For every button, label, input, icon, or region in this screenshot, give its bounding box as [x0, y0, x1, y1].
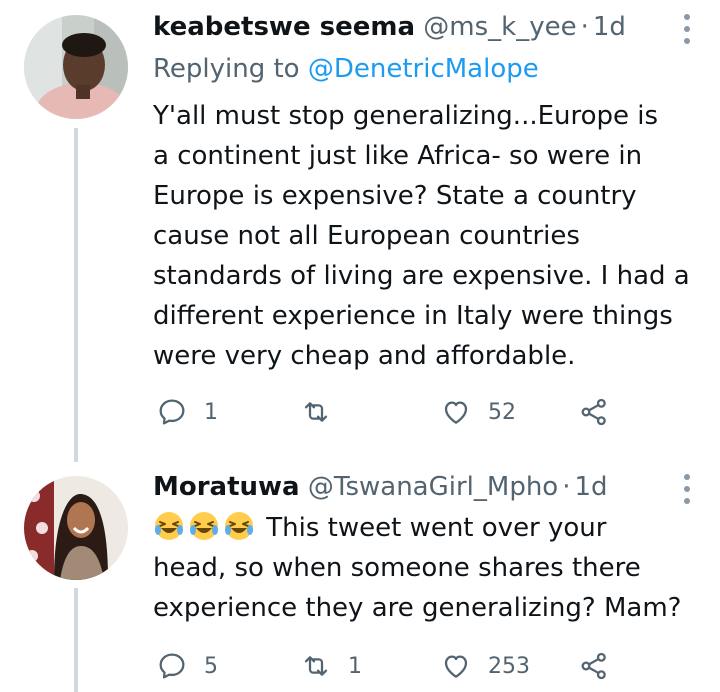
tweet-text-line: experience they are generalizing? Mam? — [153, 593, 682, 623]
tweet-text-first: This tweet went over your — [266, 513, 607, 543]
tweet-text-line: standards of living are expensive. I had… — [153, 261, 690, 291]
user-handle[interactable]: @TswanaGirl_Mpho — [308, 472, 558, 502]
retweet-button[interactable] — [300, 394, 348, 430]
tweet-text-line: a continent just like Africa- so were in — [153, 141, 643, 171]
retweet-icon — [304, 402, 328, 422]
heart-icon — [444, 401, 468, 424]
tweet-text-line: cause not all European countries — [153, 221, 580, 251]
heart-icon — [444, 655, 468, 678]
like-button[interactable]: 52 — [440, 394, 516, 430]
share-button[interactable] — [578, 648, 610, 684]
separator-dot: · — [580, 12, 589, 42]
retweet-count: 1 — [348, 653, 362, 679]
tweet-text-line: Y'all must stop generalizing...Europe is — [153, 101, 659, 131]
laughing-emoji-icon — [225, 512, 253, 540]
reply-icon — [159, 399, 185, 425]
avatar-moratuwa[interactable] — [24, 476, 128, 580]
tweet-text-line: different experience in Italy were thing… — [153, 301, 673, 331]
tweet-header: Moratuwa @TswanaGirl_Mpho · 1d — [153, 470, 608, 504]
avatar-keabetswe[interactable] — [24, 15, 128, 119]
reply-button[interactable]: 1 — [156, 394, 218, 430]
like-count: 52 — [488, 399, 516, 425]
laughing-emoji-icon — [155, 512, 183, 540]
tweet-text-line: were very cheap and affordable. — [153, 341, 576, 371]
share-button[interactable] — [578, 394, 610, 430]
tweet-text-line: This tweet went over your — [153, 508, 713, 548]
more-vertical-icon[interactable] — [684, 14, 692, 44]
display-name[interactable]: Moratuwa — [153, 472, 300, 502]
tweet-reply-1[interactable]: keabetswe seema @ms_k_yee · 1d Replying to… — [0, 0, 720, 462]
replying-mention-link[interactable]: @DenetricMalope — [308, 54, 539, 84]
avatar-photo — [24, 476, 128, 580]
laughing-emoji-icon — [190, 512, 218, 540]
share-icon — [581, 398, 606, 426]
tweet-text-line: Europe is expensive? State a country — [153, 181, 637, 211]
tweet-reply-2[interactable]: Moratuwa @TswanaGirl_Mpho · 1d This tweet … — [0, 460, 720, 692]
action-bar: 1 52 — [156, 394, 616, 430]
user-handle[interactable]: @ms_k_yee — [423, 12, 576, 42]
reply-count: 1 — [204, 399, 218, 425]
like-count: 253 — [488, 653, 530, 679]
reply-button[interactable]: 5 — [156, 648, 218, 684]
tweet-text-line: head, so when someone shares there — [153, 553, 641, 583]
replying-label: Replying to — [153, 54, 300, 84]
separator-dot: · — [562, 472, 571, 502]
avatar-photo — [24, 15, 128, 119]
timestamp[interactable]: 1d — [593, 12, 626, 42]
tweet-text: This tweet went over your head, so when … — [153, 508, 713, 628]
more-vertical-icon[interactable] — [684, 474, 692, 504]
thread-line — [74, 128, 78, 462]
retweet-icon — [304, 656, 328, 676]
timestamp[interactable]: 1d — [574, 472, 607, 502]
tweet-text: Y'all must stop generalizing...Europe is… — [153, 96, 713, 376]
display-name[interactable]: keabetswe seema — [153, 12, 415, 42]
thread-line — [74, 588, 78, 692]
retweet-button[interactable]: 1 — [300, 648, 362, 684]
reply-count: 5 — [204, 653, 218, 679]
like-button[interactable]: 253 — [440, 648, 530, 684]
reply-icon — [159, 653, 185, 679]
share-icon — [581, 652, 606, 680]
tweet-header: keabetswe seema @ms_k_yee · 1d — [153, 10, 626, 44]
action-bar: 5 1 253 — [156, 648, 616, 684]
replying-to: Replying to @DenetricMalope — [153, 52, 539, 86]
